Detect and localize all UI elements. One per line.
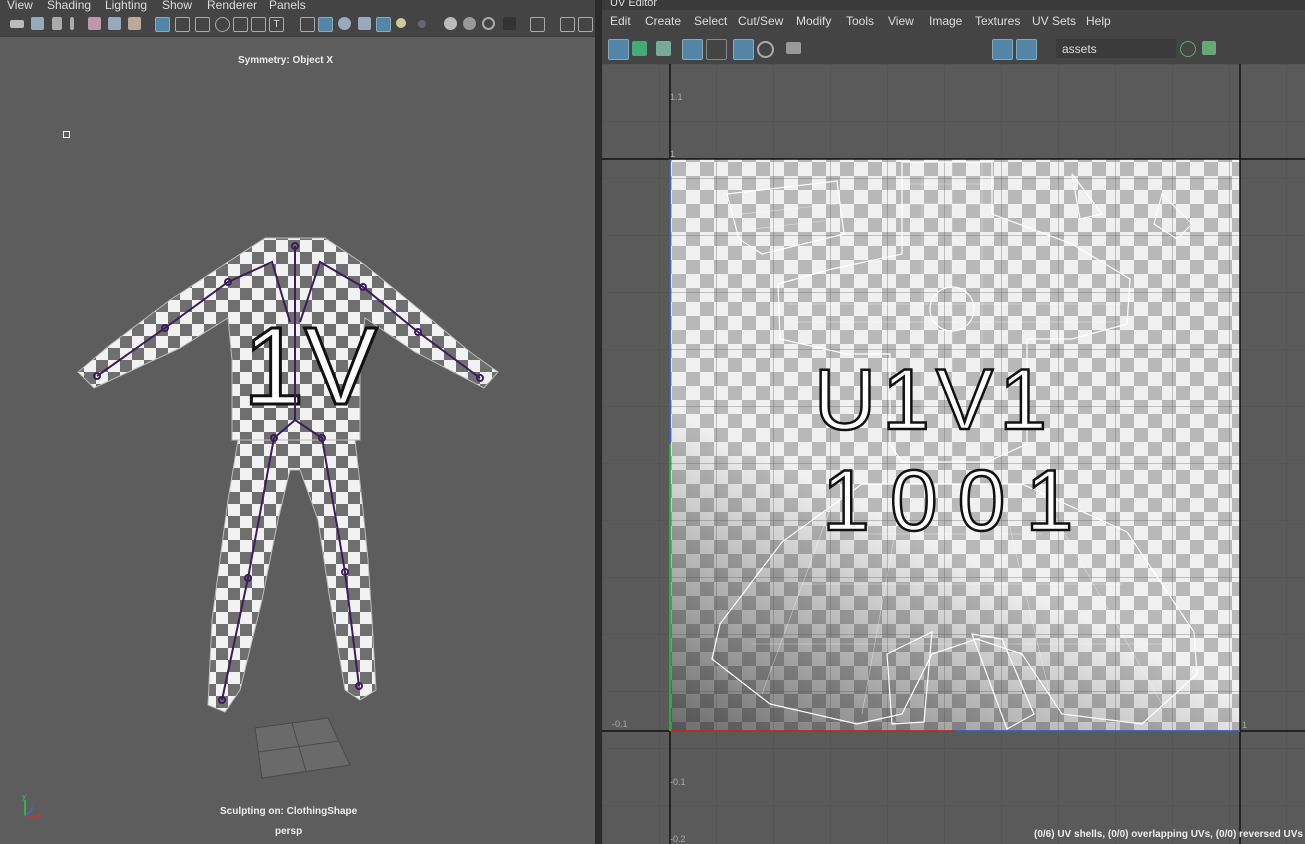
axis-label-1-1: 1.1 — [670, 92, 683, 102]
uv-canvas[interactable]: U1V1 1001 1.1 1 -0.1 1 -0.1 -0.2 — [602, 64, 1305, 844]
shirt-text-1v: 1V — [243, 305, 378, 428]
menu-create[interactable]: Create — [645, 14, 681, 28]
panel-divider[interactable] — [595, 0, 602, 844]
floor-grid — [254, 717, 351, 779]
sculpt-label: Sculpting on: ClothingShape — [220, 806, 358, 817]
uv-menubar: Edit Create Select Cut/Sew Modify Tools … — [602, 10, 1305, 32]
isolate-icon[interactable] — [682, 39, 703, 60]
menu-help[interactable]: Help — [1086, 14, 1111, 28]
axis-label-neg: -0.1 — [612, 719, 628, 729]
uv-editor-titlebar: UV Editor — [602, 0, 1305, 10]
uv-canvas-svg[interactable]: U1V1 1001 — [602, 64, 1305, 844]
menu-select[interactable]: Select — [694, 14, 727, 28]
checker-tile-icon[interactable] — [1016, 39, 1037, 60]
axis-x-label: x — [38, 810, 42, 819]
axis-label-right-1: 1 — [1242, 720, 1248, 730]
pixel-snap-icon[interactable] — [757, 41, 774, 58]
axis-label-neg-2: -0.2 — [670, 834, 686, 844]
uv-face-mode-icon[interactable] — [632, 41, 647, 56]
menu-view-uv[interactable]: View — [888, 14, 914, 28]
axis-label-neg-1: -0.1 — [670, 777, 686, 787]
axis-z-label: z — [30, 803, 34, 812]
clothing-model[interactable]: 1V — [0, 0, 595, 844]
axis-label-1: 1 — [670, 149, 676, 159]
menu-image[interactable]: Image — [929, 14, 962, 28]
tile-text-u1v1: U1V1 — [814, 352, 1053, 448]
uv-status-text: (0/6) UV shells, (0/0) overlapping UVs, … — [1034, 829, 1303, 840]
menu-edit[interactable]: Edit — [610, 14, 631, 28]
tile-text-1001: 1001 — [822, 453, 1093, 549]
uv-edge-mode-icon[interactable] — [656, 41, 671, 56]
display-image-icon[interactable] — [992, 39, 1013, 60]
menu-tools[interactable]: Tools — [846, 14, 874, 28]
frame-icon[interactable] — [706, 39, 727, 60]
uv-shell-mode-icon[interactable] — [608, 39, 629, 60]
menu-uv-sets[interactable]: UV Sets — [1032, 14, 1076, 28]
snapshot-icon[interactable] — [786, 42, 801, 54]
menu-modify[interactable]: Modify — [796, 14, 831, 28]
image-display-icon[interactable] — [1202, 41, 1216, 55]
uv-grid-icon[interactable] — [733, 39, 754, 60]
uv-editor-title: UV Editor — [610, 0, 658, 9]
uv-editor-panel[interactable]: UV Editor Edit Create Select Cut/Sew Mod… — [602, 0, 1305, 844]
texture-search-input[interactable] — [1056, 39, 1176, 58]
menu-textures[interactable]: Textures — [975, 14, 1020, 28]
viewport-panel[interactable]: View Shading Lighting Show Renderer Pane… — [0, 0, 595, 844]
menu-cut-sew[interactable]: Cut/Sew — [738, 14, 783, 28]
axis-y-label: y — [22, 792, 26, 801]
uv-toolbar: ▸▸ — [602, 32, 1305, 88]
rgb-channels-icon[interactable] — [1180, 41, 1196, 57]
camera-label: persp — [275, 826, 303, 837]
